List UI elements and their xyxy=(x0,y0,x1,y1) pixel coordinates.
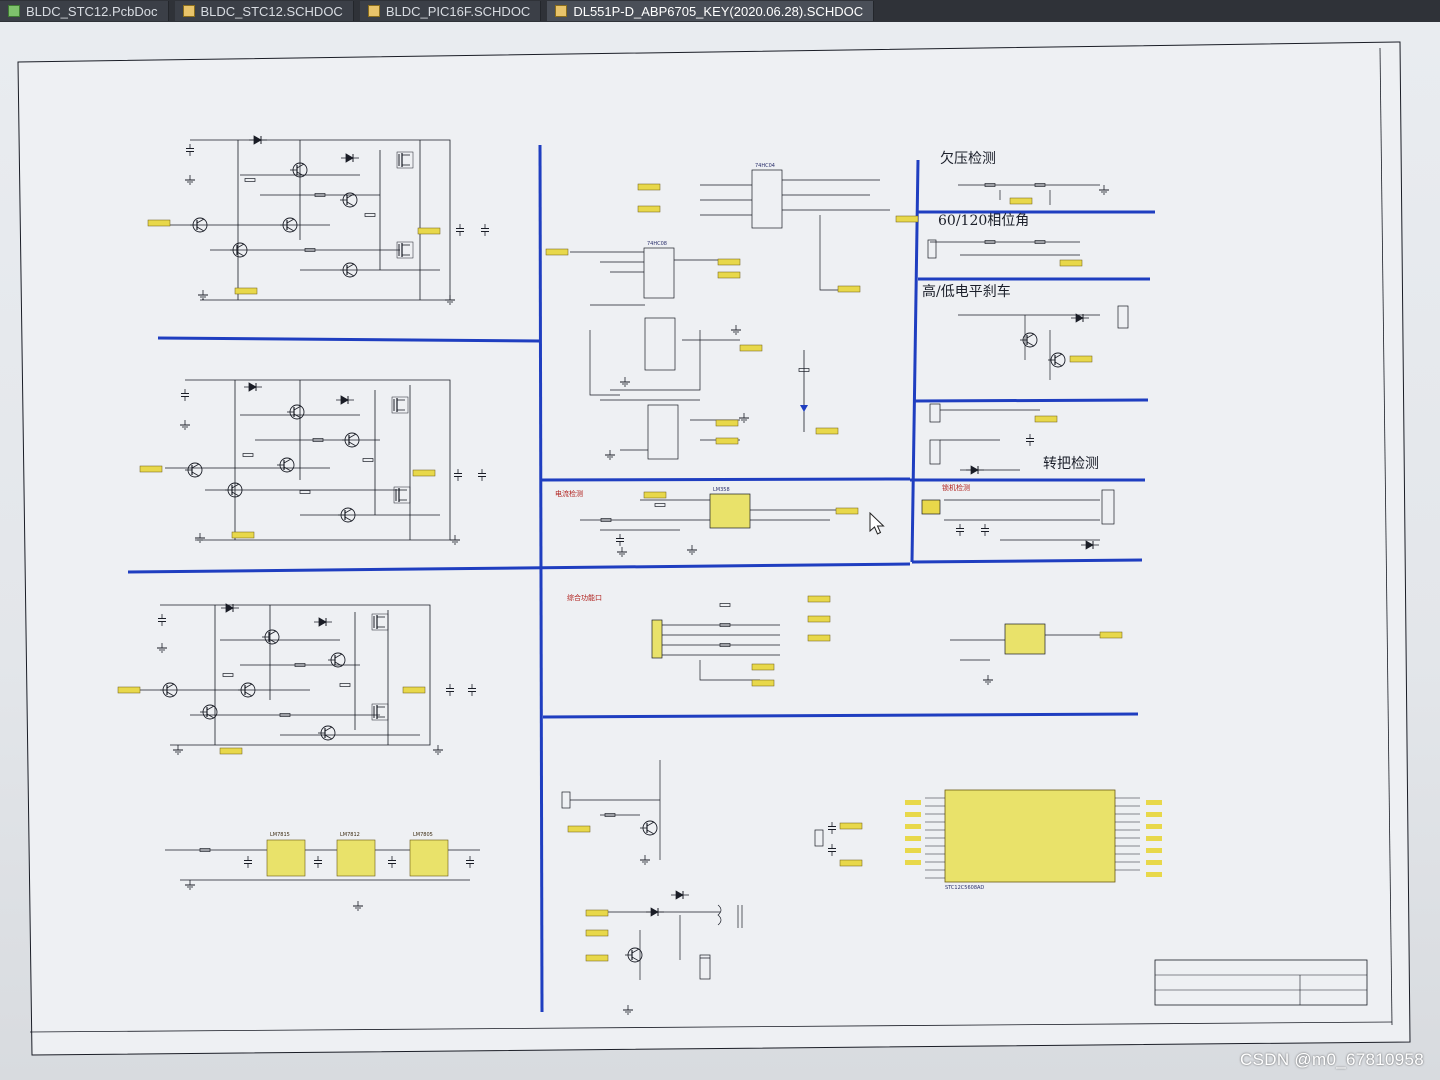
tab-bldc-stc12-schdoc[interactable]: BLDC_STC12.SCHDOC xyxy=(174,1,354,21)
regulator-1 xyxy=(266,839,306,877)
alarm-header: 锁机检测 xyxy=(942,483,970,492)
tab-dl551p-schdoc[interactable]: DL551P-D_ABP6705_KEY(2020.06.28).SCHDOC xyxy=(547,1,875,21)
watermark: CSDN @m0_67810958 xyxy=(1240,1050,1424,1069)
mouse-cursor-icon xyxy=(869,512,885,535)
schematic-document-icon xyxy=(555,5,568,17)
regulator-3-label: LM7805 xyxy=(413,832,433,838)
regulator-2 xyxy=(336,839,376,877)
schematic-drawing: 欠压检测 60/120相位角 高/低电平刹车 转把检测 电流检测 锁机检测 综合… xyxy=(17,41,1411,1056)
pcb-document-icon xyxy=(8,5,20,17)
current-detect-header: 电流检测 xyxy=(555,489,583,498)
mcu-chip xyxy=(944,789,1116,883)
mcu-label: STC12C5608AD xyxy=(945,885,984,891)
schematic-canvas[interactable]: 欠压检测 60/120相位角 高/低电平刹车 转把检测 电流检测 锁机检测 综合… xyxy=(0,22,1440,1080)
tab-label: DL551P-D_ABP6705_KEY(2020.06.28).SCHDOC xyxy=(573,3,864,19)
regulator-3 xyxy=(409,839,449,877)
throttle-header: 转把检测 xyxy=(1043,456,1099,472)
regulator-2-label: LM7812 xyxy=(340,832,360,838)
tab-label: BLDC_PIC16F.SCHDOC xyxy=(385,3,531,19)
phase-angle-header: 60/120相位角 xyxy=(938,213,1029,229)
interface-header: 综合功能口 xyxy=(567,593,602,602)
tab-bldc-pic16f-schdoc[interactable]: BLDC_PIC16F.SCHDOC xyxy=(359,1,542,21)
inverter-label: 74HC04 xyxy=(755,163,775,169)
tab-label: BLDC_STC12.SCHDOC xyxy=(200,3,343,19)
and-gate-label: 74HC08 xyxy=(647,241,667,247)
document-tab-bar: BLDC_STC12.PcbDoc BLDC_STC12.SCHDOC BLDC… xyxy=(0,0,1440,22)
schematic-document-icon xyxy=(182,5,195,17)
regulator-1-label: LM7815 xyxy=(270,832,290,838)
current-opamp-label: LM358 xyxy=(713,487,730,493)
tab-bldc-stc12-pcbdoc[interactable]: BLDC_STC12.PcbDoc xyxy=(0,1,169,21)
sheet-border xyxy=(17,41,1411,1056)
undervoltage-header: 欠压检测 xyxy=(940,151,996,167)
tab-label: BLDC_STC12.PcbDoc xyxy=(26,3,158,19)
schematic-document-icon xyxy=(367,5,380,17)
brake-header: 高/低电平刹车 xyxy=(922,283,1011,300)
